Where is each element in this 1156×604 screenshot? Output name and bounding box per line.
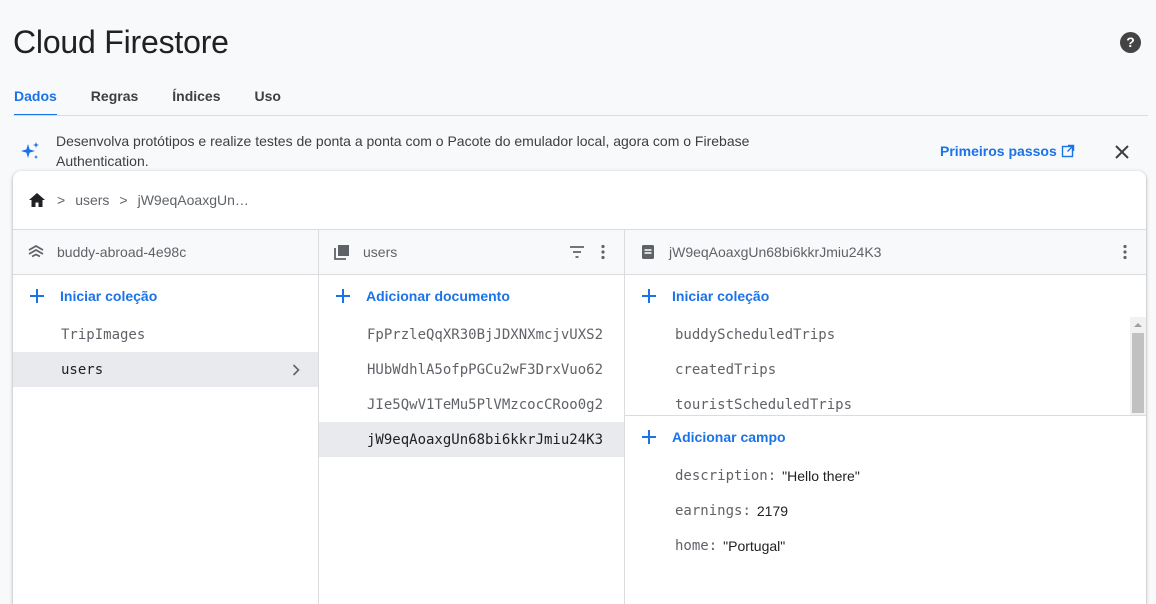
start-collection-label: Iniciar coleção: [60, 288, 158, 304]
field-value: "Portugal": [723, 537, 786, 554]
banner-text: Desenvolva protótipos e realize testes d…: [56, 133, 750, 169]
add-document-label: Adicionar documento: [366, 288, 510, 304]
collection-icon: [334, 245, 349, 260]
document-column-title: jW9eqAoaxgUn68bi6kkrJmiu24K3: [669, 244, 882, 260]
subcollection-item[interactable]: buddyScheduledTrips: [625, 317, 1146, 352]
plus-icon: [642, 430, 656, 444]
tab-regras[interactable]: Regras: [91, 88, 138, 116]
filter-icon[interactable]: [568, 243, 586, 261]
tab-indices[interactable]: Índices: [172, 88, 220, 116]
breadcrumb-separator: >: [119, 192, 128, 208]
subcollection-list: Iniciar coleção buddyScheduledTrips crea…: [625, 275, 1146, 415]
subcollection-scrollbar[interactable]: [1130, 317, 1146, 415]
close-icon[interactable]: [1110, 140, 1134, 164]
field-row[interactable]: description: "Hello there": [625, 458, 1146, 493]
document-item[interactable]: HUbWdhlA5ofpPGCu2wF3DrxVuo62: [319, 352, 624, 387]
collection-column-header: users: [319, 230, 624, 275]
root-column-header: buddy-abroad-4e98c: [13, 230, 318, 275]
subcollection-item[interactable]: createdTrips: [625, 352, 1146, 387]
collection-item-selected[interactable]: users: [13, 352, 318, 387]
tab-bar: Dados Regras Índices Uso: [14, 88, 315, 116]
field-key: description: [675, 467, 768, 484]
page-title: Cloud Firestore: [13, 24, 229, 60]
sparkle-icon: [21, 142, 39, 159]
collection-item[interactable]: TripImages: [13, 317, 318, 352]
field-key: earnings: [675, 502, 743, 519]
field-value: 2179: [756, 502, 789, 519]
breadcrumb-item-users[interactable]: users: [75, 192, 109, 208]
document-item-selected[interactable]: jW9eqAoaxgUn68bi6kkrJmiu24K3: [319, 422, 624, 457]
tab-dados[interactable]: Dados: [14, 88, 57, 116]
document-column: jW9eqAoaxgUn68bi6kkrJmiu24K3 Iniciar col…: [625, 230, 1146, 604]
document-icon: [642, 245, 654, 259]
add-field-button[interactable]: Adicionar campo: [625, 416, 1146, 458]
tabs-divider: [13, 115, 1148, 116]
document-item[interactable]: FpPrzleQqXR30BjJDXNXmcjvUXS2: [319, 317, 624, 352]
start-collection-button[interactable]: Iniciar coleção: [13, 275, 318, 317]
breadcrumb-item-document[interactable]: jW9eqAoaxgUn…: [138, 192, 249, 208]
plus-icon: [642, 289, 656, 303]
document-column-header: jW9eqAoaxgUn68bi6kkrJmiu24K3: [625, 230, 1146, 275]
field-key: home: [675, 537, 709, 554]
field-row[interactable]: home: "Portugal": [625, 528, 1146, 563]
start-subcollection-label: Iniciar coleção: [672, 288, 770, 304]
more-vert-icon[interactable]: [1116, 243, 1134, 261]
getting-started-link[interactable]: Primeiros passos: [940, 143, 1075, 159]
plus-icon: [336, 289, 350, 303]
field-row[interactable]: earnings: 2179: [625, 493, 1146, 528]
scroll-up-arrow-icon[interactable]: [1134, 323, 1142, 327]
field-value: "Hello there": [782, 467, 860, 484]
start-subcollection-button[interactable]: Iniciar coleção: [625, 275, 1146, 317]
data-panel: > users > jW9eqAoaxgUn… buddy-abroad-4e9…: [13, 171, 1146, 604]
home-icon[interactable]: [27, 190, 47, 210]
chevron-right-icon: [292, 363, 300, 376]
more-vert-icon[interactable]: [594, 243, 612, 261]
tab-uso[interactable]: Uso: [255, 88, 281, 116]
add-field-label: Adicionar campo: [672, 429, 786, 445]
getting-started-label: Primeiros passos: [940, 143, 1057, 159]
help-icon[interactable]: ?: [1120, 32, 1141, 53]
breadcrumb: > users > jW9eqAoaxgUn…: [13, 171, 1146, 230]
document-item[interactable]: JIe5QwV1TeMu5PlVMzcocCRoo0g2: [319, 387, 624, 422]
collection-column-title: users: [363, 244, 398, 260]
open-in-new-icon: [1061, 144, 1074, 158]
scrollbar-thumb[interactable]: [1132, 333, 1144, 413]
root-column-title: buddy-abroad-4e98c: [57, 244, 187, 260]
breadcrumb-separator: >: [57, 192, 66, 208]
firestore-database-icon: [28, 244, 44, 258]
subcollection-item[interactable]: touristScheduledTrips: [625, 387, 1146, 415]
collection-column: users Adicionar documento FpPrzleQqXR30B…: [319, 230, 625, 604]
add-document-button[interactable]: Adicionar documento: [319, 275, 624, 317]
root-column: buddy-abroad-4e98c Iniciar coleção TripI…: [13, 230, 319, 604]
plus-icon: [30, 289, 44, 303]
